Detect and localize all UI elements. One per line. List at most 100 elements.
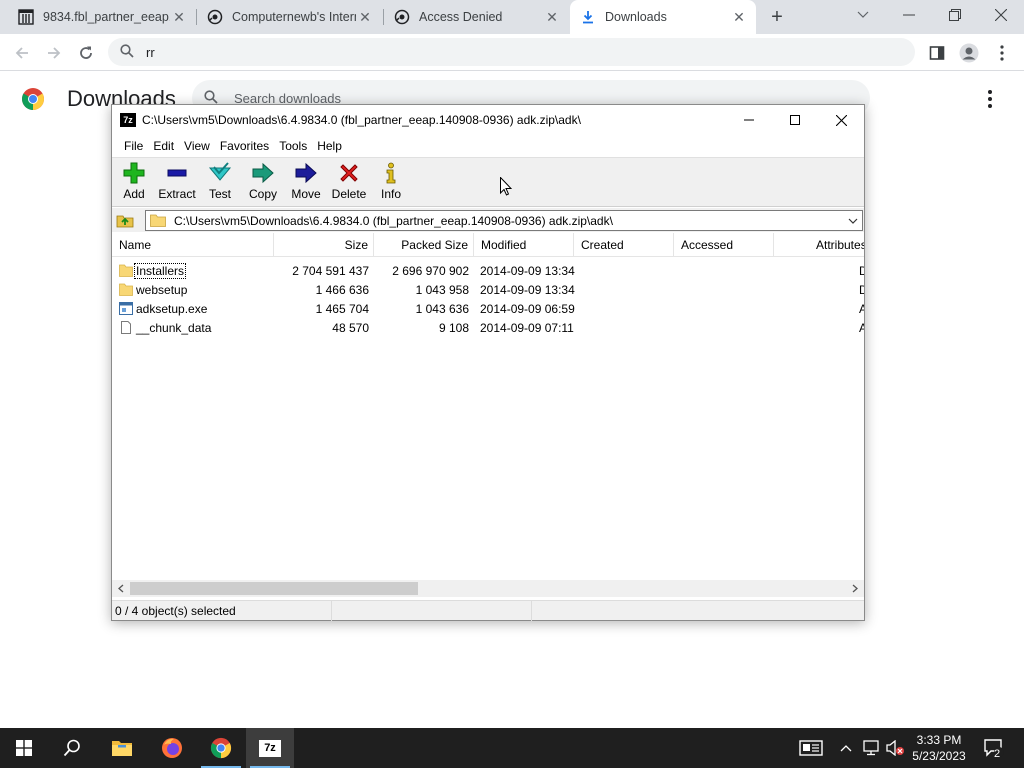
file-row-installers[interactable]: Installers 2 704 591 437 2 696 970 902 2… xyxy=(112,261,864,280)
tab-strip: 9834.fbl_partner_eeap.140908-0936 adk.zi… xyxy=(0,0,1024,34)
file-name: websetup xyxy=(136,282,188,297)
restore-icon[interactable] xyxy=(932,0,978,30)
search-icon xyxy=(120,43,134,61)
status-panel xyxy=(332,600,532,621)
chrome-logo-icon xyxy=(21,87,45,111)
test-button[interactable]: Test xyxy=(198,162,242,206)
menu-favorites[interactable]: Favorites xyxy=(215,139,274,153)
copy-button[interactable]: Copy xyxy=(241,162,285,206)
file-size: 2 704 591 437 xyxy=(292,263,369,278)
firefox-icon[interactable] xyxy=(148,728,196,768)
file-packed-size: 1 043 636 xyxy=(415,301,469,316)
column-created[interactable]: Created xyxy=(574,233,674,257)
column-modified[interactable]: Modified xyxy=(474,233,574,257)
file-row-websetup[interactable]: websetup 1 466 636 1 043 958 2014-09-09 … xyxy=(112,280,864,299)
downloads-menu-icon[interactable] xyxy=(980,88,1000,110)
folder-icon xyxy=(119,264,133,277)
maximize-icon[interactable] xyxy=(772,105,818,135)
menu-help[interactable]: Help xyxy=(312,139,347,153)
sevenzip-window: 7z C:\Users\vm5\Downloads\6.4.9834.0 (fb… xyxy=(111,104,865,621)
file-attributes: D xyxy=(859,263,864,278)
profile-icon[interactable] xyxy=(955,39,983,67)
search-icon[interactable] xyxy=(48,728,96,768)
forward-icon[interactable] xyxy=(40,39,68,67)
minimize-icon[interactable] xyxy=(886,0,932,30)
column-attributes[interactable]: Attributes xyxy=(774,233,864,257)
tab-search-icon[interactable] xyxy=(840,0,886,30)
move-icon xyxy=(294,162,318,184)
file-size: 1 465 704 xyxy=(315,301,369,316)
window-title: C:\Users\vm5\Downloads\6.4.9834.0 (fbl_p… xyxy=(142,113,581,127)
info-icon xyxy=(379,162,403,184)
info-button[interactable]: Info xyxy=(369,162,413,206)
file-row-chunk-data[interactable]: __chunk_data 48 570 9 108 2014-09-09 07:… xyxy=(112,318,864,337)
news-widget-icon[interactable] xyxy=(795,728,827,768)
file-packed-size: 1 043 958 xyxy=(415,282,469,297)
system-clock[interactable]: 3:33 PM 5/23/2023 xyxy=(905,732,973,764)
file-name: Installers xyxy=(133,262,187,279)
scroll-right-icon[interactable] xyxy=(848,582,862,595)
network-icon[interactable] xyxy=(860,728,882,768)
start-button[interactable] xyxy=(0,728,48,768)
scroll-left-icon[interactable] xyxy=(114,582,128,595)
tab-close-icon[interactable]: ✕ xyxy=(543,8,561,26)
column-packed-size[interactable]: Packed Size xyxy=(374,233,474,257)
tab-computernewb[interactable]: Computernewb's Internet Archive ✕ xyxy=(197,0,382,34)
file-packed-size: 9 108 xyxy=(438,320,469,335)
tab-access-denied[interactable]: Access Denied ✕ xyxy=(384,0,569,34)
scrollbar-thumb[interactable] xyxy=(130,582,418,595)
file-explorer-icon[interactable] xyxy=(98,728,146,768)
up-folder-icon[interactable] xyxy=(115,211,135,229)
tab-title: Computernewb's Internet Archive xyxy=(232,10,356,24)
reload-icon[interactable] xyxy=(72,39,100,67)
copy-icon xyxy=(251,162,275,184)
minimize-icon[interactable] xyxy=(726,105,772,135)
column-header-row: Name Size Packed Size Modified Created A… xyxy=(112,233,864,257)
address-bar[interactable]: rr xyxy=(108,38,915,66)
file-size: 48 570 xyxy=(332,320,369,335)
menu-view[interactable]: View xyxy=(179,139,215,153)
tab-downloads[interactable]: Downloads ✕ xyxy=(570,0,756,34)
add-icon xyxy=(122,162,146,184)
tab-close-icon[interactable]: ✕ xyxy=(730,8,748,26)
chrome-taskbar-icon[interactable] xyxy=(197,728,245,768)
file-row-adksetup[interactable]: adksetup.exe 1 465 704 1 043 636 2014-09… xyxy=(112,299,864,318)
back-icon[interactable] xyxy=(8,39,36,67)
sevenzip-titlebar[interactable]: 7z C:\Users\vm5\Downloads\6.4.9834.0 (fb… xyxy=(112,105,864,135)
file-list: Name Size Packed Size Modified Created A… xyxy=(112,233,864,578)
address-text: rr xyxy=(146,44,155,60)
close-icon[interactable] xyxy=(818,105,864,135)
column-size[interactable]: Size xyxy=(274,233,374,257)
move-button[interactable]: Move xyxy=(284,162,328,206)
path-field[interactable]: C:\Users\vm5\Downloads\6.4.9834.0 (fbl_p… xyxy=(145,210,863,231)
menu-bar: File Edit View Favorites Tools Help xyxy=(112,135,864,157)
close-window-icon[interactable] xyxy=(978,0,1024,30)
chevron-up-icon[interactable] xyxy=(836,728,856,768)
tab-archive[interactable]: 9834.fbl_partner_eeap.140908-0936 adk.zi… xyxy=(8,0,196,34)
add-button[interactable]: Add xyxy=(112,162,156,206)
selection-status: 0 / 4 object(s) selected xyxy=(112,600,332,621)
notification-center-icon[interactable]: 2 xyxy=(978,728,1010,768)
menu-edit[interactable]: Edit xyxy=(148,139,179,153)
delete-button[interactable]: Delete xyxy=(327,162,371,206)
tab-close-icon[interactable]: ✕ xyxy=(170,8,188,26)
notification-count: 2 xyxy=(994,748,1001,760)
address-row: C:\Users\vm5\Downloads\6.4.9834.0 (fbl_p… xyxy=(112,208,864,232)
menu-tools[interactable]: Tools xyxy=(274,139,312,153)
extract-button[interactable]: Extract xyxy=(155,162,199,206)
column-name[interactable]: Name xyxy=(112,233,274,257)
tab-close-icon[interactable]: ✕ xyxy=(356,8,374,26)
chrome-menu-icon[interactable] xyxy=(988,39,1016,67)
exe-file-icon xyxy=(119,302,133,315)
horizontal-scrollbar[interactable] xyxy=(112,580,864,597)
archive-icon xyxy=(18,9,34,25)
side-panel-icon[interactable] xyxy=(923,39,951,67)
column-accessed[interactable]: Accessed xyxy=(674,233,774,257)
sevenzip-taskbar-icon[interactable]: 7z xyxy=(246,728,294,768)
chevron-down-icon[interactable] xyxy=(847,214,859,228)
archive-org-icon xyxy=(207,9,223,25)
volume-muted-icon[interactable] xyxy=(884,728,906,768)
new-tab-button[interactable]: + xyxy=(766,6,788,28)
status-bar: 0 / 4 object(s) selected xyxy=(112,600,864,621)
menu-file[interactable]: File xyxy=(119,139,148,153)
